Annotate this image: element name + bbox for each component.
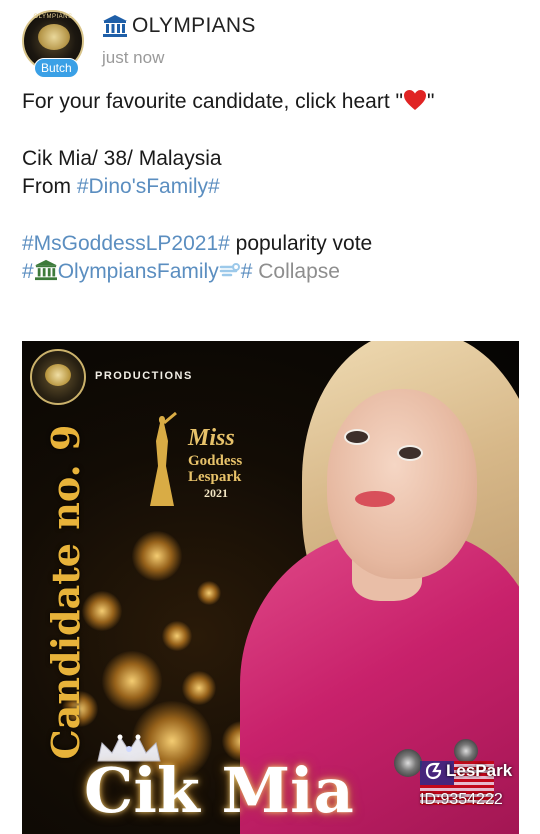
bokeh-light [132,531,182,581]
lespark-user-id: ID:9354222 [420,791,503,808]
candidate-lips [355,491,395,507]
instruction-quote: " [426,90,435,113]
candidate-face [327,389,477,579]
miss-goddess-lespark-logo: Miss Goddess Lespark 2021 [142,411,282,511]
hashtag-start: # [22,260,34,283]
avatar-logo-text: OLYMPIANS [33,14,73,20]
lespark-watermark: LesPark [424,761,512,781]
goddess-lespark-label: Goddess Lespark [188,453,242,485]
lespark-logo-icon [425,762,442,780]
post-header: OLYMPIANS Butch OLYMPIANS just now [22,6,522,78]
hashtag-dinos-family[interactable]: #Dino'sFamily# [77,175,220,198]
dash-icon [219,263,240,277]
hashtag-end: # [240,260,253,283]
from-label: From [22,175,77,198]
candidate-number: Candidate no. 9 [43,424,88,760]
avatar[interactable]: OLYMPIANS Butch [22,10,84,78]
year-label: 2021 [204,486,228,500]
post-body: For your favourite candidate, click hear… [22,88,522,287]
account-row[interactable]: OLYMPIANS [102,14,256,38]
candidate-name: Cik Mia [84,754,354,827]
bokeh-light [162,621,192,651]
candidate-info: Cik Mia/ 38/ Malaysia [22,146,222,170]
bokeh-light [102,651,162,711]
hashtag-name: OlympiansFamily [57,260,219,283]
post-line-vote: #MsGoddessLP2021# popularity vote [22,230,522,259]
lespark-app-name: LesPark [446,761,513,780]
eye-right [397,445,423,461]
post-line-instruction: For your favourite candidate, click hear… [22,88,522,117]
post-line-olympians-family: # OlympiansFamily # Collapse [22,258,522,287]
eye-left [344,429,370,445]
miss-label: Miss [188,425,235,451]
olympians-logo [30,349,86,405]
red-heart-icon [403,90,426,110]
microphone-decoration [454,739,478,763]
post-line-family: From #Dino'sFamily# [22,173,522,202]
golden-statue-icon [150,411,177,506]
hashtag-olympians-family[interactable]: # OlympiansFamily # [22,259,253,283]
instruction-text: For your favourite candidate, click hear… [22,90,403,113]
avatar-badge: Butch [34,58,79,78]
vote-text: popularity vote [229,231,373,255]
post-timestamp: just now [102,48,165,67]
olympians-crest-icon [38,24,70,50]
hashtag-msgoddesslp2021[interactable]: #MsGoddessLP2021# [22,232,230,255]
productions-label: PRODUCTIONS [95,370,193,382]
account-name[interactable]: OLYMPIANS [132,14,256,38]
goddess-label: Goddess [188,453,243,469]
lespark-label: Lespark [188,469,242,485]
microphone-decoration [394,749,422,777]
bokeh-light [182,671,216,705]
classical-building-icon [34,259,57,281]
collapse-link[interactable]: Collapse [252,260,340,283]
classical-building-icon [103,15,127,37]
post-image[interactable]: PRODUCTIONS Miss Goddess Lespark 2021 Ca… [22,341,519,834]
bokeh-light [197,581,221,605]
